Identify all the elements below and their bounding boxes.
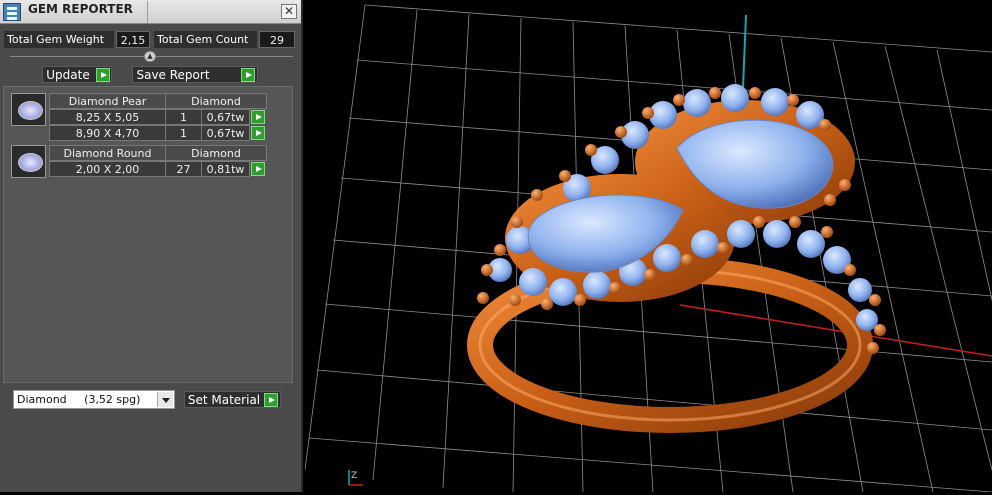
play-arrow-icon [96, 68, 110, 82]
material-select[interactable]: Diamond (3,52 spg) [13, 390, 175, 409]
set-material-button[interactable]: Set Material [184, 391, 281, 408]
gem-name: Diamond Pear [49, 93, 166, 109]
gem-material: Diamond [165, 93, 267, 109]
gem-size: 2,00 X 2,00 [49, 161, 166, 177]
pear-gem-icon [11, 93, 46, 126]
gem-count: 27 [165, 161, 202, 177]
select-gem-button[interactable] [251, 110, 265, 124]
gem-list: Diamond Pear Diamond 8,25 X 5,05 1 0,67t… [3, 86, 293, 383]
gem-name: Diamond Round [49, 145, 166, 161]
set-material-button-label: Set Material [187, 393, 261, 407]
play-arrow-icon [264, 393, 278, 407]
chevron-down-icon[interactable] [157, 392, 173, 407]
play-arrow-icon [241, 68, 255, 82]
gem-count: 1 [165, 109, 202, 125]
total-gem-weight-value: 2,15 [116, 31, 150, 48]
title-bar[interactable]: GEM REPORTER ✕ [0, 0, 301, 24]
material-select-value: Diamond (3,52 spg) [17, 393, 141, 406]
chevron-up-icon[interactable]: ▲ [144, 51, 156, 62]
3d-viewport[interactable]: Z [304, 0, 992, 493]
gem-reporter-app-icon [3, 3, 21, 21]
gem-weight: 0,81tw [201, 161, 250, 177]
gem-weight: 0,67tw [201, 125, 250, 141]
save-report-button[interactable]: Save Report [132, 66, 258, 83]
total-gem-count-value: 29 [259, 31, 295, 48]
viewport-canvas[interactable]: Z [304, 0, 992, 493]
round-gem-icon [11, 145, 46, 178]
total-gem-count-label: Total Gem Count [154, 31, 257, 48]
axis-label: Z [351, 471, 357, 481]
gem-weight: 0,67tw [201, 109, 250, 125]
gem-size: 8,90 X 4,70 [49, 125, 166, 141]
gem-material: Diamond [165, 145, 267, 161]
window-title: GEM REPORTER [28, 1, 148, 23]
ring-model [467, 84, 886, 433]
gem-size: 8,25 X 5,05 [49, 109, 166, 125]
save-report-button-label: Save Report [136, 68, 210, 82]
select-gem-button[interactable] [251, 162, 265, 176]
update-button[interactable]: Update [42, 66, 112, 83]
close-button[interactable]: ✕ [281, 4, 297, 19]
total-gem-weight-label: Total Gem Weight [4, 31, 114, 48]
gem-count: 1 [165, 125, 202, 141]
gem-reporter-panel: GEM REPORTER ✕ Total Gem Weight 2,15 Tot… [0, 0, 303, 492]
select-gem-button[interactable] [251, 126, 265, 140]
update-button-label: Update [46, 68, 90, 82]
